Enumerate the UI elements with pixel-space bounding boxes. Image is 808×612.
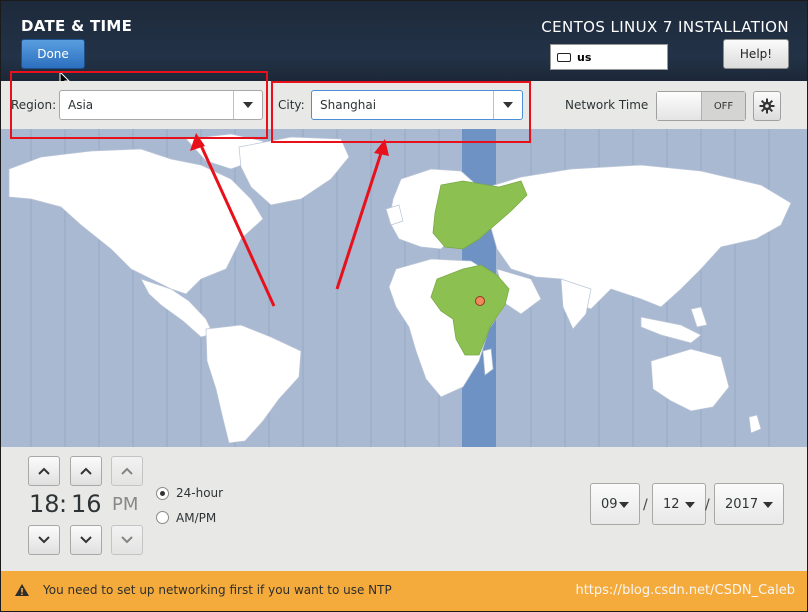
page-title: DATE & TIME xyxy=(21,17,133,35)
timezone-map[interactable] xyxy=(1,129,807,447)
hour-down-button[interactable] xyxy=(28,525,60,555)
radio-24-hour-label[interactable]: 24-hour xyxy=(176,486,223,500)
installation-title: CENTOS LINUX 7 INSTALLATION xyxy=(541,18,789,36)
keyboard-layout-label: us xyxy=(577,50,592,64)
minutes-display: 16 xyxy=(71,490,102,518)
header-bar: DATE & TIME Done CENTOS LINUX 7 INSTALLA… xyxy=(1,1,807,89)
watermark-text: https://blog.csdn.net/CSDN_Caleb xyxy=(575,583,795,598)
warning-bar: You need to set up networking first if y… xyxy=(1,571,807,611)
chevron-down-icon xyxy=(685,502,695,508)
chevron-down-icon xyxy=(80,536,92,544)
date-separator: / xyxy=(643,497,648,513)
keyboard-layout-indicator[interactable]: us xyxy=(550,44,668,70)
warning-message: You need to set up networking first if y… xyxy=(43,583,392,597)
ampm-down-button[interactable] xyxy=(111,525,143,555)
time-separator: : xyxy=(59,490,68,518)
ntp-settings-button[interactable] xyxy=(753,91,781,121)
gear-icon xyxy=(759,98,775,114)
location-marker-icon xyxy=(475,296,485,306)
region-annotation-box xyxy=(10,71,268,139)
day-value: 12 xyxy=(663,496,680,512)
network-time-switch[interactable]: OFF xyxy=(656,91,746,121)
radio-ampm-label[interactable]: AM/PM xyxy=(176,511,216,525)
year-dropdown[interactable]: 2017 xyxy=(714,483,784,525)
done-button[interactable]: Done xyxy=(21,39,85,69)
chevron-down-icon xyxy=(38,536,50,544)
chevron-up-icon xyxy=(121,467,133,475)
radio-ampm[interactable] xyxy=(156,511,169,524)
world-map-graphic[interactable] xyxy=(1,129,807,447)
keyboard-icon xyxy=(557,52,571,62)
switch-state-label: OFF xyxy=(702,92,745,120)
ampm-display: PM xyxy=(112,494,139,515)
date-separator: / xyxy=(705,497,710,513)
chevron-up-icon xyxy=(80,467,92,475)
city-annotation-box xyxy=(271,81,531,143)
year-value: 2017 xyxy=(725,496,759,512)
month-value: 09 xyxy=(601,496,618,512)
chevron-down-icon xyxy=(121,536,133,544)
month-dropdown[interactable]: 09 xyxy=(590,483,640,525)
chevron-down-icon xyxy=(619,502,629,508)
warning-icon xyxy=(15,584,29,596)
day-dropdown[interactable]: 12 xyxy=(652,483,706,525)
time-date-controls: 18 : 16 PM 24-hour AM/PM 09 / 12 / 2017 xyxy=(1,447,807,571)
network-time-label: Network Time xyxy=(565,98,649,112)
help-button[interactable]: Help! xyxy=(723,39,789,69)
minute-up-button[interactable] xyxy=(70,456,102,486)
ampm-up-button[interactable] xyxy=(111,456,143,486)
chevron-up-icon xyxy=(38,467,50,475)
radio-24-hour[interactable] xyxy=(156,487,169,500)
hour-up-button[interactable] xyxy=(28,456,60,486)
hours-display: 18 xyxy=(29,490,60,518)
chevron-down-icon xyxy=(763,502,773,508)
switch-knob xyxy=(657,92,702,120)
minute-down-button[interactable] xyxy=(70,525,102,555)
installer-window: DATE & TIME Done CENTOS LINUX 7 INSTALLA… xyxy=(0,0,808,612)
